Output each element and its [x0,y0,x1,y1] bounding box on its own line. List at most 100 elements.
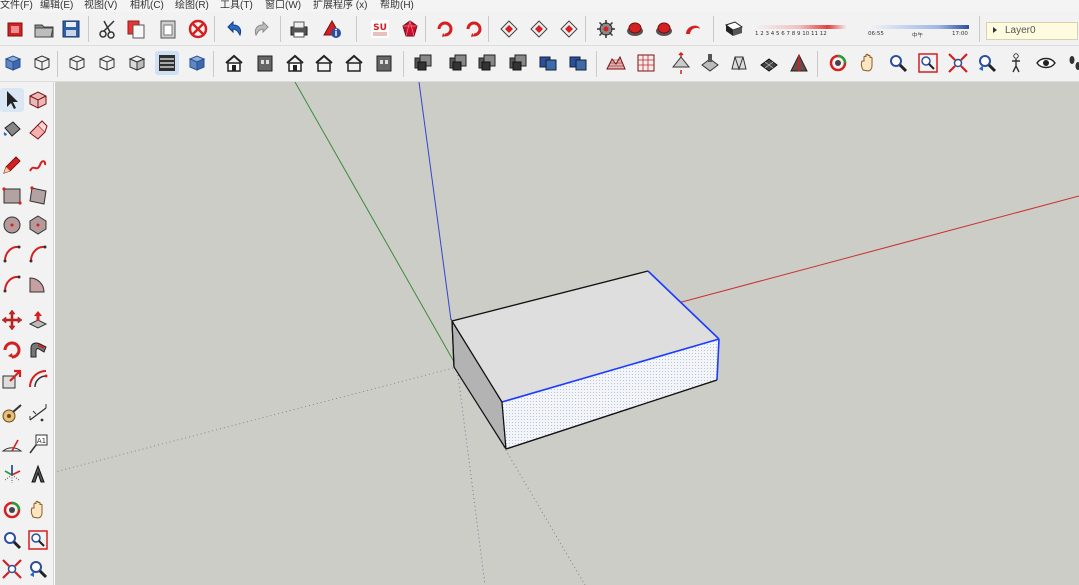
zoom-extents-tool-icon[interactable] [0,557,24,581]
time-slider-bar[interactable] [867,25,969,29]
su-app-icon[interactable]: SU [368,17,392,41]
dimension-icon[interactable] [26,402,50,426]
box-model[interactable] [451,270,720,450]
open-icon[interactable] [32,17,56,41]
menu-view[interactable]: 视图(V) [84,0,117,11]
eraser-icon[interactable] [26,118,50,142]
hidden-line-icon[interactable] [95,51,119,75]
stack-d-icon[interactable] [506,51,530,75]
follow-me-tool-icon[interactable] [26,338,50,362]
xray-icon[interactable] [1,51,25,75]
push-pull-icon[interactable] [26,308,50,332]
shaded-icon[interactable] [125,51,149,75]
look-around-icon[interactable] [1034,51,1058,75]
sandbox-contours-icon[interactable] [604,51,628,75]
stamp-icon[interactable] [698,51,722,75]
move-icon[interactable] [0,308,24,332]
new-model-icon[interactable] [3,17,27,41]
stack-e-icon[interactable] [536,51,560,75]
pan-tool-icon[interactable] [26,498,50,522]
iso-view-icon[interactable] [222,51,246,75]
circle-icon[interactable] [0,213,24,237]
front-view-icon[interactable] [283,51,307,75]
undo-icon[interactable] [222,17,246,41]
tape-measure-icon[interactable] [0,402,24,426]
rectangle-icon[interactable] [0,184,24,208]
drape-icon[interactable] [727,51,751,75]
copy-icon[interactable] [124,17,148,41]
zoom-icon[interactable] [886,51,910,75]
three-point-arc-icon[interactable] [0,272,24,296]
menu-tools[interactable]: 工具(T) [220,0,253,11]
add-detail-icon[interactable] [757,51,781,75]
wireframe-icon[interactable] [65,51,89,75]
menu-edit[interactable]: 编辑(E) [40,0,73,11]
print-icon[interactable] [287,17,311,41]
split-icon[interactable] [623,17,647,41]
freehand-icon[interactable] [26,153,50,177]
menu-extensions[interactable]: 扩展程序 (x) [313,0,367,11]
follow-me-icon[interactable] [433,17,457,41]
left-view-icon[interactable] [372,51,396,75]
zoom-window-tool-icon[interactable] [26,528,50,552]
stack-b-icon[interactable] [446,51,470,75]
menu-camera[interactable]: 相机(C) [130,0,164,11]
sandbox-scratch-icon[interactable] [634,51,658,75]
shaded-texture-icon[interactable] [155,51,179,75]
stack-a-icon[interactable] [411,51,435,75]
pan-icon[interactable] [856,51,880,75]
date-slider-bar[interactable] [752,25,847,29]
two-point-arc-icon[interactable] [26,242,50,266]
subtract-icon[interactable] [557,17,581,41]
polygon-icon[interactable] [26,213,50,237]
back-edges-icon[interactable] [30,51,54,75]
model-info-icon[interactable] [320,17,344,41]
walk-icon[interactable] [1063,51,1079,75]
trim-icon[interactable] [594,17,618,41]
erase-icon[interactable] [186,17,210,41]
union-icon[interactable] [652,17,676,41]
previous-view-icon[interactable] [975,51,999,75]
orbit-icon[interactable] [826,51,850,75]
flip-edge-icon[interactable] [787,51,811,75]
text-icon[interactable]: A1 [26,432,50,456]
shadows-toggle-icon[interactable] [722,17,746,41]
rotate-red-icon[interactable] [462,17,486,41]
position-camera-icon[interactable] [1004,51,1028,75]
paste-icon[interactable] [156,17,180,41]
top-view-icon[interactable] [253,51,277,75]
solid-inspector-icon[interactable] [681,17,705,41]
pie-icon[interactable] [26,272,50,296]
protractor-icon[interactable] [0,432,24,456]
smoove-icon[interactable] [669,51,693,75]
redo-icon[interactable] [250,17,274,41]
cut-icon[interactable] [96,17,120,41]
outer-shell-icon[interactable] [527,17,551,41]
rotated-rectangle-icon[interactable] [26,184,50,208]
shadow-settings-panel[interactable]: 1 2 3 4 5 6 7 8 9 10 11 12 06:55 中午 17:0… [752,22,972,40]
select-icon[interactable] [0,88,24,112]
monochrome-icon[interactable] [185,51,209,75]
previous-tool-icon[interactable] [26,557,50,581]
right-view-icon[interactable] [312,51,336,75]
zoom-extents-icon[interactable] [946,51,970,75]
offset-icon[interactable] [26,367,50,391]
drawing-viewport[interactable] [55,82,1079,585]
make-component-icon[interactable] [26,88,50,112]
menu-draw[interactable]: 绘图(R) [175,0,209,11]
axes-icon[interactable] [0,462,24,486]
paint-bucket-icon[interactable] [0,118,24,142]
scale-icon[interactable] [0,367,24,391]
menu-window[interactable]: 窗口(W) [265,0,301,11]
zoom-tool-icon[interactable] [0,528,24,552]
save-icon[interactable] [59,17,83,41]
orbit-tool-icon[interactable] [0,498,24,522]
intersect-icon[interactable] [497,17,521,41]
zoom-window-icon[interactable] [916,51,940,75]
line-icon[interactable] [0,153,24,177]
menu-file[interactable]: 文件(F) [0,0,33,11]
arc-icon[interactable] [0,242,24,266]
stack-f-icon[interactable] [566,51,590,75]
3d-text-icon[interactable] [26,462,50,486]
menu-help[interactable]: 帮助(H) [380,0,414,11]
